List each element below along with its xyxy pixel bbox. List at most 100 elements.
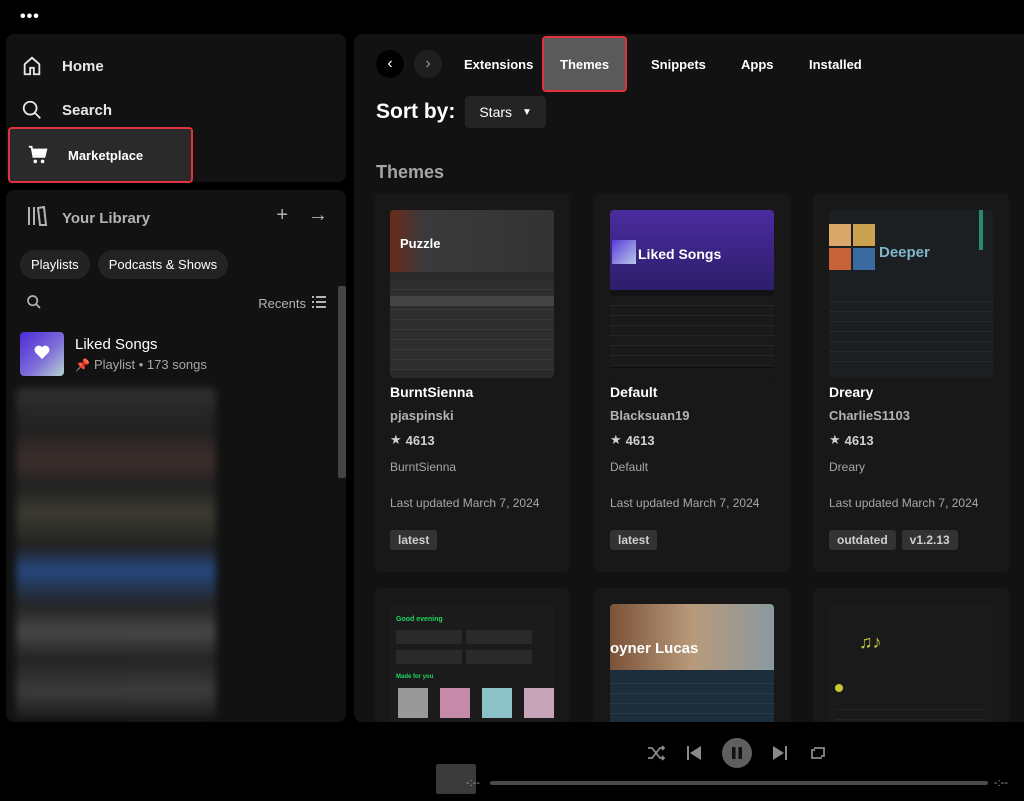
theme-description: BurntSienna [390,460,457,474]
library-sort-button[interactable]: Recents [258,296,326,311]
back-button[interactable]: ‹ [376,50,404,78]
thumb-title: Good evening [396,616,443,623]
marketplace-panel: ‹ › Extensions Themes Snippets Apps Inst… [354,34,1024,722]
theme-stars-count: 4613 [405,432,435,448]
theme-thumbnail: Puzzle [390,210,554,378]
nav-panel: Home Search Marketplace [6,34,346,183]
thumb-title: oyner Lucas [610,640,699,657]
nav-home-label: Home [62,57,104,75]
thumb-title: Liked Songs [638,246,722,262]
tab-installed[interactable]: Installed [809,38,862,90]
thumb-title: Puzzle [400,236,441,251]
nav-marketplace[interactable]: Marketplace [8,127,193,183]
theme-tag: latest [390,530,438,550]
sort-row: Sort by: Stars ▼ [376,96,546,128]
star-icon: ★ [390,432,402,447]
nav-marketplace-label: Marketplace [68,147,144,163]
theme-updated: Last updated March 7, 2024 [829,496,979,510]
plus-icon[interactable]: + [276,204,288,227]
library-title: Your Library [62,209,151,227]
theme-card[interactable]: Deeper Dreary CharlieS1103 ★ 4613 Dreary… [813,194,1009,572]
theme-stars: ★ 4613 [610,432,655,448]
theme-description: Dreary [829,460,866,474]
theme-stars: ★ 4613 [829,432,874,448]
theme-updated: Last updated March 7, 2024 [390,496,540,510]
theme-tags: latest [390,530,438,550]
sort-dropdown[interactable]: Stars ▼ [465,96,546,128]
theme-tag: latest [610,530,658,550]
theme-card[interactable]: Liked Songs Default Blacksuan19 ★ 4613 D… [594,194,790,572]
theme-author: CharlieS1103 [829,408,910,423]
theme-title: Dreary [829,384,874,400]
library-filter-chips: Playlists Podcasts & Shows [20,250,229,279]
tab-apps[interactable]: Apps [741,38,774,90]
library-panel: Your Library + → Playlists Podcasts & Sh… [6,190,346,722]
theme-stars-count: 4613 [844,432,874,448]
liked-songs-subtitle: 📌 Playlist • 173 songs [75,357,207,372]
search-icon [20,98,44,122]
theme-thumbnail: ♫♪ [829,604,993,722]
next-icon[interactable] [770,743,790,763]
liked-songs-cover [20,332,64,376]
library-sort-label: Recents [258,296,306,311]
library-icon [26,205,48,230]
history-nav: ‹ › [376,50,442,78]
theme-card[interactable]: oyner Lucas [594,588,790,722]
app-menu-button[interactable]: ••• [20,8,40,26]
theme-title: BurntSienna [390,384,474,400]
library-search-icon[interactable] [26,294,42,313]
shuffle-icon[interactable] [646,743,666,763]
liked-songs-title: Liked Songs [75,336,158,353]
pin-icon: 📌 [75,357,90,372]
library-scrollbar[interactable] [338,286,346,478]
chip-playlists[interactable]: Playlists [20,250,90,279]
arrow-right-icon[interactable]: → [308,204,328,227]
player-bar: -:-- -:-- [0,722,1024,801]
star-icon: ★ [829,432,841,447]
theme-thumbnail: Liked Songs [610,210,774,378]
title-bar: ••• [0,0,1024,34]
progress-bar[interactable] [490,781,988,785]
heart-icon [34,345,50,364]
library-header[interactable]: Your Library [26,205,151,230]
chip-podcasts[interactable]: Podcasts & Shows [97,250,229,279]
liked-songs-meta: Playlist • 173 songs [93,357,207,372]
nav-search[interactable]: Search [20,90,112,130]
theme-thumbnail: oyner Lucas [610,604,774,722]
theme-thumbnail: Good evening Made for you [390,604,554,722]
sort-label: Sort by: [376,100,456,123]
theme-tags: latest [610,530,658,550]
tab-extensions[interactable]: Extensions [464,38,533,90]
theme-title: Default [610,384,658,400]
library-tools: Recents [26,294,326,313]
tab-snippets[interactable]: Snippets [651,38,706,90]
thumb-subtitle: Made for you [396,674,434,680]
theme-tag: v1.2.13 [901,530,958,550]
tab-themes[interactable]: Themes [541,36,628,92]
repeat-icon[interactable] [808,743,828,763]
list-icon [312,296,326,311]
blurred-library-items [16,388,216,718]
thumb-title: Deeper [879,244,930,261]
theme-description: Default [610,460,649,474]
theme-tags: outdated v1.2.13 [829,530,958,550]
theme-stars-count: 4613 [625,432,655,448]
theme-author: Blacksuan19 [610,408,690,423]
play-pause-button[interactable] [722,738,752,768]
previous-icon[interactable] [684,743,704,763]
nav-home[interactable]: Home [20,46,104,86]
elapsed-time: -:-- [466,777,481,789]
music-notes-icon: ♫♪ [859,632,882,652]
liked-songs-item[interactable]: Liked Songs 📌 Playlist • 173 songs [20,332,207,376]
theme-stars: ★ 4613 [390,432,435,448]
theme-card[interactable]: Puzzle BurntSienna pjaspinski ★ 4613 Bur… [374,194,570,572]
forward-button[interactable]: › [414,50,442,78]
home-icon [20,54,44,78]
theme-card[interactable]: Good evening Made for you [374,588,570,722]
total-time: -:-- [994,777,1009,789]
caret-down-icon: ▼ [522,106,532,118]
nav-search-label: Search [62,101,113,119]
theme-card[interactable]: ♫♪ [813,588,1009,722]
sort-value: Stars [479,104,513,120]
theme-author: pjaspinski [390,408,454,423]
